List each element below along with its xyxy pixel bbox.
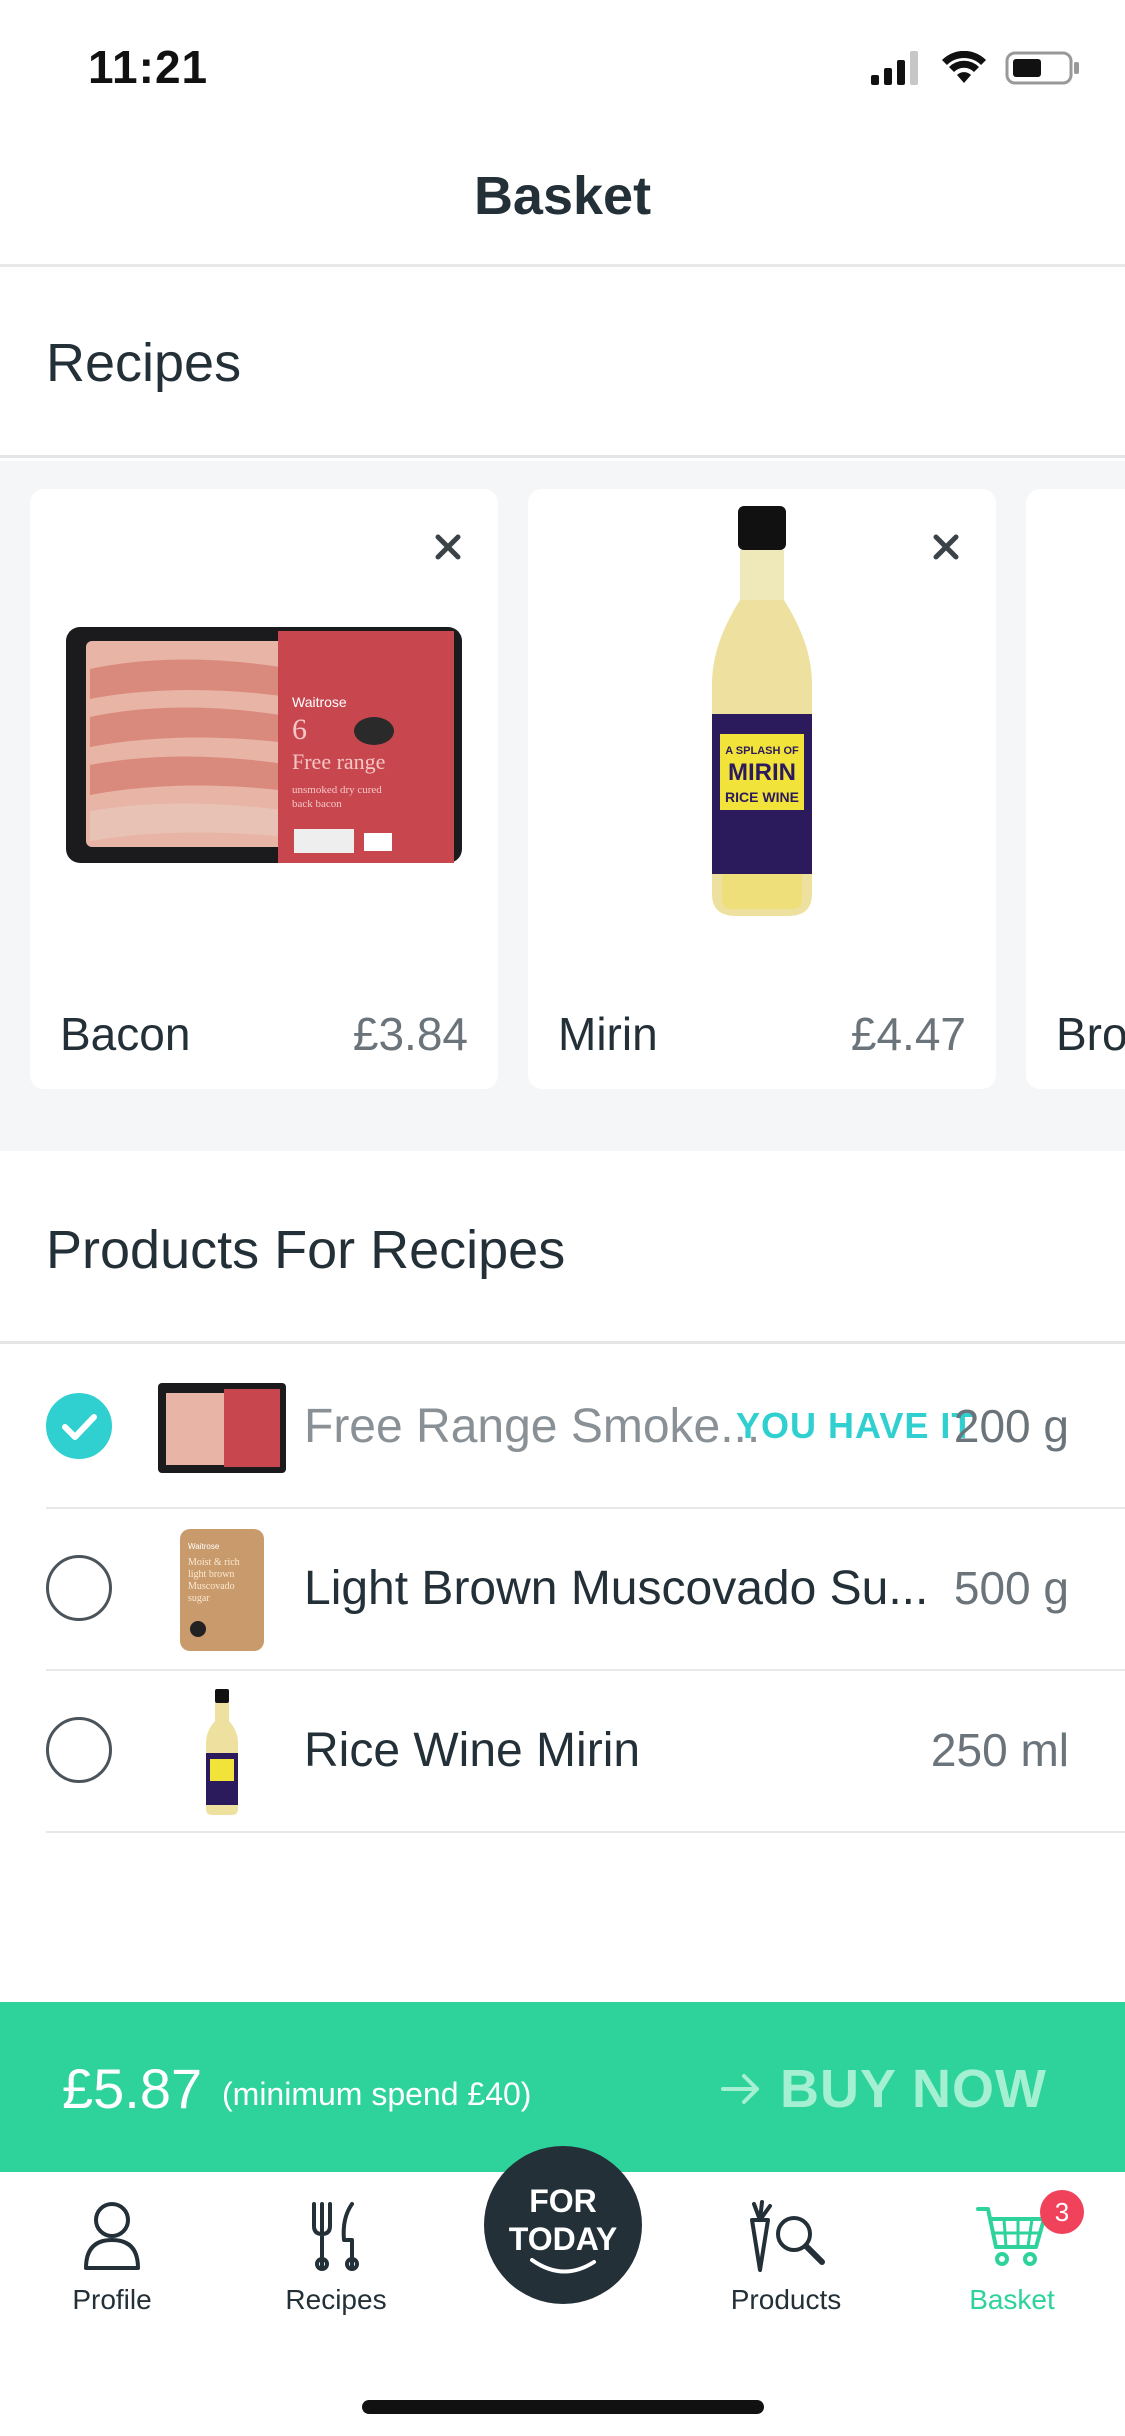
mirin-product-image: A SPLASH OF MIRIN RICE WINE bbox=[548, 499, 976, 929]
bacon-pack-illustration: Waitrose 6 Free range unsmoked dry cured… bbox=[66, 627, 462, 863]
cutlery-icon bbox=[312, 2202, 359, 2271]
product-list: Free Range Smoke... YOU HAVE IT 200 g Wa… bbox=[0, 1347, 1125, 1833]
products-section-title: Products For Recipes bbox=[46, 1220, 566, 1280]
recipes-section-header: Recipes bbox=[0, 270, 1125, 458]
buy-now-button[interactable]: BUY NOW bbox=[720, 2058, 1047, 2120]
mirin-label-line-2: MIRIN bbox=[728, 759, 796, 786]
recipe-card-mirin[interactable]: A SPLASH OF MIRIN RICE WINE Mirin £4.47 bbox=[528, 489, 996, 1089]
wifi-icon bbox=[942, 51, 986, 83]
product-name: Light Brown Muscovado Su... bbox=[304, 1562, 929, 1615]
product-quantity: 250 ml bbox=[930, 1724, 1069, 1776]
page-title: Basket bbox=[473, 166, 652, 226]
for-today-button[interactable]: FOR TODAY bbox=[484, 2146, 642, 2304]
tab-profile[interactable]: Profile bbox=[22, 2196, 202, 2316]
recipes-carousel[interactable]: Waitrose 6 Free range unsmoked dry cured… bbox=[0, 461, 1125, 1151]
product-name: Free Range Smoke... bbox=[304, 1400, 761, 1453]
mirin-bottle-illustration: A SPLASH OF MIRIN RICE WINE bbox=[712, 506, 812, 916]
bacon-pack-subtitle: unsmoked dry cured bbox=[292, 784, 382, 796]
product-thumbnail bbox=[158, 1689, 286, 1815]
arrow-right-icon bbox=[720, 2074, 759, 2104]
person-icon bbox=[84, 2202, 140, 2270]
sugar-pack-line-3: Muscovado bbox=[188, 1581, 235, 1592]
carrot-search-icon bbox=[750, 2200, 825, 2272]
product-thumbnail: Waitrose Moist & rich light brown Muscov… bbox=[158, 1529, 286, 1651]
recipes-section-title: Recipes bbox=[46, 333, 242, 393]
status-bar: 11:21 bbox=[0, 0, 1125, 135]
tab-label: Recipes bbox=[285, 2284, 387, 2315]
sugar-pack-line-2: light brown bbox=[188, 1569, 234, 1580]
recipe-card-price: £4.47 bbox=[850, 1008, 966, 1060]
home-indicator bbox=[362, 2400, 764, 2414]
mirin-label-line-1: A SPLASH OF bbox=[725, 745, 799, 757]
tab-products[interactable]: Products bbox=[696, 2196, 876, 2316]
signal-icon bbox=[871, 51, 918, 85]
list-item[interactable]: Free Range Smoke... YOU HAVE IT 200 g bbox=[46, 1347, 1125, 1509]
tab-label: Basket bbox=[969, 2284, 1055, 2315]
buy-now-label: BUY NOW bbox=[779, 2059, 1047, 2119]
checkbox-checked[interactable] bbox=[46, 1393, 112, 1459]
status-time: 11:21 bbox=[88, 41, 209, 93]
minimum-spend-note: (minimum spend £40) bbox=[222, 2076, 532, 2112]
recipe-card-name: Bro bbox=[1056, 1008, 1125, 1060]
basket-count-badge: 3 bbox=[1040, 2190, 1084, 2234]
tab-label: Profile bbox=[72, 2284, 152, 2315]
checkmark-icon bbox=[62, 1414, 97, 1440]
bacon-pack-count: 6 bbox=[292, 713, 307, 746]
recipe-card-bacon[interactable]: Waitrose 6 Free range unsmoked dry cured… bbox=[30, 489, 498, 1089]
products-section-header: Products For Recipes bbox=[0, 1151, 1125, 1344]
battery-icon bbox=[1005, 51, 1079, 85]
recipe-card-price: £3.84 bbox=[352, 1008, 468, 1060]
recipe-card-name: Mirin bbox=[558, 1008, 658, 1060]
bacon-product-image: Waitrose 6 Free range unsmoked dry cured… bbox=[50, 529, 478, 929]
tab-bar: Profile Recipes FOR TODAY Products 3 Bas… bbox=[0, 2146, 1125, 2436]
tab-recipes[interactable]: Recipes bbox=[246, 2196, 426, 2316]
list-item[interactable]: Waitrose Moist & rich light brown Muscov… bbox=[46, 1509, 1125, 1671]
product-quantity: 200 g bbox=[953, 1400, 1069, 1452]
sugar-pack-line-1: Moist & rich bbox=[188, 1557, 240, 1568]
sugar-pack-brand: Waitrose bbox=[188, 1542, 220, 1551]
recipe-card-partial[interactable]: Bro bbox=[1026, 489, 1125, 1089]
mirin-label-line-3: RICE WINE bbox=[725, 789, 799, 805]
tab-label: Products bbox=[730, 2284, 842, 2315]
product-quantity: 500 g bbox=[953, 1562, 1069, 1614]
bacon-pack-subtitle-2: back bacon bbox=[292, 798, 342, 810]
recipe-card-name: Bacon bbox=[60, 1008, 191, 1060]
bacon-pack-title: Free range bbox=[292, 749, 385, 774]
list-item[interactable]: Rice Wine Mirin 250 ml bbox=[46, 1671, 1125, 1833]
status-icons bbox=[871, 50, 1081, 86]
product-name: Rice Wine Mirin bbox=[304, 1724, 641, 1777]
cart-icon bbox=[976, 2207, 1046, 2266]
nav-header: Basket bbox=[0, 135, 1125, 267]
you-have-it-tag[interactable]: YOU HAVE IT bbox=[736, 1405, 974, 1447]
checkbox-unchecked[interactable] bbox=[46, 1555, 112, 1621]
for-today-label: FOR TODAY bbox=[508, 2183, 618, 2257]
product-thumbnail bbox=[158, 1369, 286, 1487]
smile-icon bbox=[530, 2258, 596, 2274]
bacon-pack-brand: Waitrose bbox=[292, 694, 347, 710]
checkbox-unchecked[interactable] bbox=[46, 1717, 112, 1783]
tab-basket[interactable]: 3 Basket bbox=[922, 2190, 1102, 2316]
sugar-pack-line-4: sugar bbox=[188, 1593, 210, 1604]
basket-total: £5.87 bbox=[62, 2057, 203, 2120]
